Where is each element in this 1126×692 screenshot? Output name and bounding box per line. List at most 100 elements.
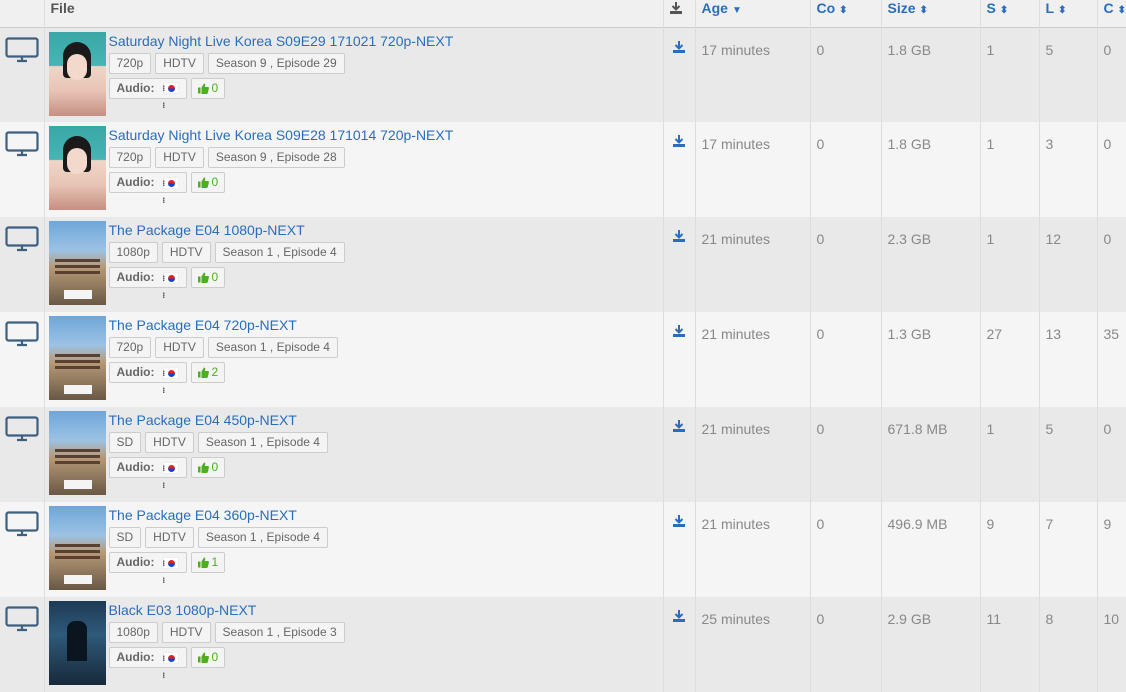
likes-button[interactable]: 0 [190,267,226,288]
torrent-title-link[interactable]: The Package E04 1080p-NEXT [109,221,345,239]
leechers-cell: 8 [1039,597,1098,692]
tv-icon [5,511,39,537]
snl-poster[interactable] [48,126,106,210]
package-poster[interactable] [48,316,106,400]
size-cell: 1.8 GB [881,122,981,217]
seeders-cell: 11 [980,597,1040,692]
likes-button[interactable]: 0 [190,647,226,668]
torrent-title-link[interactable]: The Package E04 720p-NEXT [109,316,338,334]
likes-count: 1 [211,555,219,569]
snl-poster[interactable] [48,31,106,116]
quality-tag[interactable]: 720p [108,337,152,358]
download-icon[interactable] [672,134,686,148]
header-download [663,0,696,27]
package-poster[interactable] [48,411,106,495]
quality-tag[interactable]: 1080p [108,242,158,263]
package-poster[interactable] [48,221,106,305]
completed-cell: 0 [1097,122,1126,217]
black-poster[interactable] [48,601,106,685]
download-icon[interactable] [672,229,686,243]
korea-flag-icon [162,365,179,399]
source-tag[interactable]: HDTV [155,337,204,358]
leechers-cell: 13 [1039,312,1098,407]
audio-badge: Audio: [108,77,187,114]
audio-badge: Audio: [108,172,187,209]
quality-tag[interactable]: SD [108,432,142,453]
korea-flag-icon [162,270,179,304]
tv-icon [5,416,39,442]
co-cell: 0 [810,217,882,312]
quality-tag[interactable]: 720p [108,52,152,74]
leechers-cell: 5 [1039,27,1098,122]
file-cell: The Package E04 360p-NEXT SD HDTV Season… [44,502,664,597]
completed-cell: 0 [1097,217,1126,312]
header-s[interactable]: S ⬍ [980,0,1040,27]
source-tag[interactable]: HDTV [161,242,211,263]
torrent-title-link[interactable]: The Package E04 450p-NEXT [109,411,328,429]
seeders-cell: 1 [980,27,1040,122]
sort-icon: ⬍ [919,5,928,16]
quality-tag[interactable]: SD [108,527,142,548]
audio-badge: Audio: [108,362,187,399]
download-icon [669,2,682,14]
torrent-title-link[interactable]: Saturday Night Live Korea S09E28 171014 … [109,126,454,144]
age-cell: 21 minutes [695,217,811,312]
source-tag[interactable]: HDTV [145,527,194,548]
episode-tag[interactable]: Season 1 , Episode 4 [214,242,345,263]
episode-tag[interactable]: Season 9 , Episode 29 [207,52,345,74]
type-cell [0,217,45,312]
quality-tag[interactable]: 720p [108,147,152,168]
torrent-title-link[interactable]: The Package E04 360p-NEXT [109,506,328,524]
korea-flag-icon [162,555,179,589]
header-file[interactable]: File [44,0,664,27]
size-cell: 671.8 MB [881,407,981,502]
quality-tag[interactable]: 1080p [108,622,158,643]
likes-button[interactable]: 2 [190,362,226,383]
header-size[interactable]: Size ⬍ [881,0,981,27]
file-cell: Black E03 1080p-NEXT 1080p HDTV Season 1… [44,597,664,692]
episode-tag[interactable]: Season 1 , Episode 4 [197,527,328,548]
table-row: Saturday Night Live Korea S09E29 171021 … [0,27,1126,122]
thumbs-up-icon [197,272,209,283]
audio-badge: Audio: [108,457,187,494]
header-l[interactable]: L ⬍ [1039,0,1098,27]
likes-button[interactable]: 1 [190,552,226,573]
download-cell [663,217,696,312]
likes-button[interactable]: 0 [190,457,226,478]
episode-tag[interactable]: Season 1 , Episode 3 [214,622,345,643]
table-row: The Package E04 720p-NEXT 720p HDTV Seas… [0,312,1126,407]
package-poster[interactable] [48,506,106,590]
download-icon[interactable] [672,609,686,623]
source-tag[interactable]: HDTV [155,52,204,74]
header-co[interactable]: Co ⬍ [810,0,882,27]
likes-button[interactable]: 0 [190,77,226,99]
source-tag[interactable]: HDTV [155,147,204,168]
download-icon[interactable] [672,514,686,528]
episode-tag[interactable]: Season 1 , Episode 4 [197,432,328,453]
header-c[interactable]: C ⬍ [1097,0,1126,27]
download-cell [663,27,696,122]
episode-tag[interactable]: Season 1 , Episode 4 [207,337,338,358]
size-cell: 1.8 GB [881,27,981,122]
audio-label: Audio: [116,460,155,474]
header-age[interactable]: Age ▼ [695,0,811,27]
torrent-title-link[interactable]: Black E03 1080p-NEXT [109,601,345,619]
download-icon[interactable] [672,324,686,338]
header-type [0,0,45,27]
episode-tag[interactable]: Season 9 , Episode 28 [207,147,345,168]
file-cell: The Package E04 720p-NEXT 720p HDTV Seas… [44,312,664,407]
type-cell [0,502,45,597]
download-icon[interactable] [672,419,686,433]
torrent-table: File Age ▼ Co ⬍ Size ⬍ S ⬍ L ⬍ C ⬍ Saturday Ni… [0,0,1126,692]
source-tag[interactable]: HDTV [161,622,211,643]
download-cell [663,312,696,407]
source-tag[interactable]: HDTV [145,432,194,453]
size-cell: 496.9 MB [881,502,981,597]
download-icon[interactable] [672,40,686,54]
likes-button[interactable]: 0 [190,172,226,193]
torrent-title-link[interactable]: Saturday Night Live Korea S09E29 171021 … [109,32,454,50]
sort-icon: ⬍ [839,5,848,16]
type-cell [0,312,45,407]
file-cell: Saturday Night Live Korea S09E28 171014 … [44,122,664,217]
table-row: The Package E04 450p-NEXT SD HDTV Season… [0,407,1126,502]
